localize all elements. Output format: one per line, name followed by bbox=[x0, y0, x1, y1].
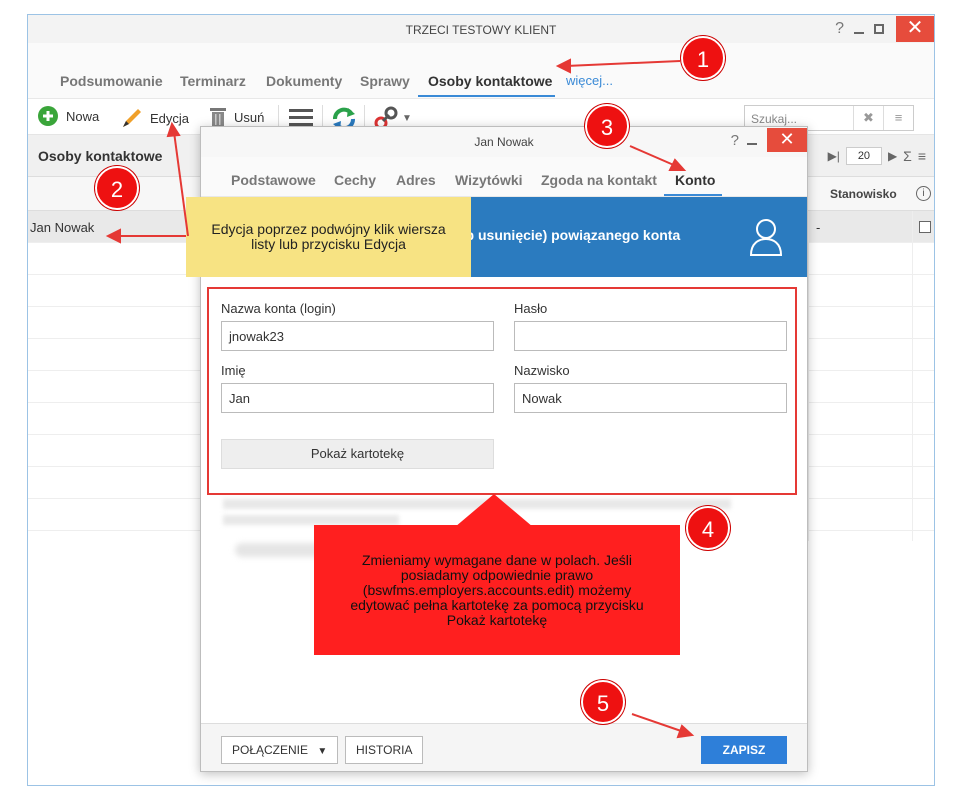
step-badge-2: 2 bbox=[95, 166, 139, 210]
step-badge-4: 4 bbox=[686, 506, 730, 550]
arrow-2b-head bbox=[166, 121, 181, 138]
arrow-1-head bbox=[555, 58, 571, 74]
arrow-3-head bbox=[668, 158, 687, 171]
arrow-5 bbox=[631, 713, 685, 733]
arrow-1 bbox=[565, 60, 681, 67]
arrow-3 bbox=[629, 145, 677, 167]
arrow-2b bbox=[173, 131, 189, 237]
step-badge-5: 5 bbox=[581, 680, 625, 724]
annotation-overlay bbox=[105, 58, 695, 739]
step-badge-1: 1 bbox=[681, 36, 725, 80]
annotation-fields-note: Zmieniamy wymagane dane w polach. Jeśli … bbox=[314, 525, 680, 655]
arrow-5-head bbox=[676, 724, 695, 739]
step-badge-3: 3 bbox=[585, 104, 629, 148]
callout-pointer bbox=[455, 494, 533, 527]
arrow-2a-head bbox=[105, 228, 121, 244]
